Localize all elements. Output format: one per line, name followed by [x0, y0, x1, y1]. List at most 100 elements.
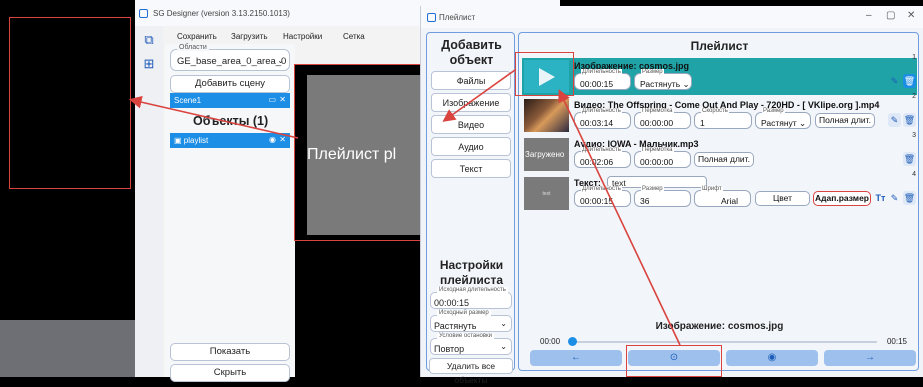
object-label: playlist	[183, 136, 209, 145]
grid-icon[interactable]: ⊞	[141, 56, 157, 72]
close-icon[interactable]: ✕	[907, 10, 915, 21]
arrow-right-icon: →	[865, 352, 875, 363]
object-row[interactable]: ▣ playlist ◉ ✕	[170, 133, 290, 148]
initial-duration-field[interactable]: Исходная длительность 00:00:15	[430, 287, 512, 309]
edit-icon[interactable]: ✎	[888, 191, 901, 205]
add-audio-button[interactable]: Аудио	[431, 137, 511, 156]
time-start: 00:00	[540, 337, 561, 346]
annotation-frame-thumbnail	[515, 52, 574, 96]
playlist-item[interactable]: 3 Загружено Аудио: IOWA - Мальчик.mp3 Дл…	[522, 132, 917, 173]
playlist-heading: Плейлист	[690, 39, 749, 53]
duration-legend: Длительность	[581, 108, 622, 114]
arrow-left-icon: ←	[571, 352, 581, 363]
color-button[interactable]: Цвет	[755, 191, 810, 206]
close-icon[interactable]: ✕	[279, 95, 286, 104]
trash-icon[interactable]: 🗑	[903, 113, 916, 127]
font-value: Arial	[721, 196, 739, 206]
duration-field[interactable]: Длительность 00:03:14	[574, 108, 631, 129]
chevron-down-icon: ⌄	[500, 319, 507, 328]
full-duration-button[interactable]: Полная длит.	[694, 152, 754, 167]
duration-value: 00:00:15	[580, 196, 614, 206]
hide-button[interactable]: Скрыть	[170, 364, 290, 382]
areas-select[interactable]: Области GE_base_area_0_area_0 ⌄	[170, 44, 290, 71]
font-field[interactable]: Шрифт Arial	[694, 186, 751, 207]
item-number: 2	[912, 93, 916, 100]
trash-icon[interactable]: 🗑	[903, 191, 916, 205]
add-object-panel: Добавить объект Файлы Изображение Видео …	[426, 32, 515, 385]
maximize-icon[interactable]: ▢	[886, 10, 895, 21]
size-legend: Размер	[641, 69, 664, 75]
playlist-title: Плейлист	[421, 6, 923, 28]
eye-icon[interactable]: ◉	[269, 135, 276, 144]
rewind-legend: Перемотка	[641, 147, 674, 153]
prev-button[interactable]: ←	[530, 350, 622, 366]
progress-track[interactable]	[572, 341, 877, 343]
progress-knob[interactable]	[568, 337, 577, 346]
speed-field[interactable]: Скорость 1	[694, 108, 752, 129]
scene-panel: Области GE_base_area_0_area_0 ⌄ Добавить…	[165, 44, 295, 382]
menu-load[interactable]: Загрузить	[231, 32, 268, 41]
edit-icon[interactable]: ✎	[888, 74, 901, 88]
time-end: 00:15	[886, 337, 907, 346]
show-button[interactable]: Показать	[170, 343, 290, 361]
add-files-button[interactable]: Файлы	[431, 71, 511, 90]
minimize-icon[interactable]: –	[866, 10, 872, 21]
rewind-value: 00:00:00	[640, 118, 674, 128]
duration-value: 00:02:06	[580, 157, 614, 167]
duration-field[interactable]: Длительность 00:02:06	[574, 147, 631, 168]
font-size-field[interactable]: Размер 36	[634, 186, 691, 207]
add-text-button[interactable]: Текст	[431, 159, 511, 178]
menu-save[interactable]: Сохранить	[177, 32, 217, 41]
adaptive-size-button[interactable]: Адап.размер	[813, 191, 871, 206]
item-number: 1	[912, 54, 916, 61]
edit-icon[interactable]: ✎	[888, 113, 901, 127]
duration-value: 00:00:15	[580, 79, 614, 89]
trash-icon[interactable]: 🗑	[903, 152, 916, 166]
item-thumbnail: Загружено	[524, 138, 569, 171]
menu-settings[interactable]: Настройки	[283, 32, 322, 41]
duration-field[interactable]: Длительность 00:00:15	[574, 69, 631, 90]
objects-heading: Объекты (1)	[193, 114, 269, 128]
scene-row[interactable]: Scene1 ▭ ✕	[170, 93, 290, 108]
monitor-icon[interactable]: ▭	[268, 95, 276, 104]
initial-size-legend: Исходный размер	[437, 310, 491, 316]
stop-condition-select[interactable]: Условие остановки Повтор ⌄	[430, 333, 512, 355]
playlist-item[interactable]: 4 text Текст: text Длительность 00:00:15 …	[522, 171, 917, 212]
item-number: 4	[912, 171, 916, 178]
add-video-button[interactable]: Видео	[431, 115, 511, 134]
item-thumbnail	[524, 99, 569, 132]
app-logo-icon	[427, 13, 436, 22]
duration-legend: Длительность	[581, 69, 622, 75]
close-icon[interactable]: ✕	[279, 135, 286, 144]
font-legend: Шрифт	[701, 186, 723, 192]
next-button[interactable]: →	[824, 350, 916, 366]
duration-value: 00:03:14	[580, 118, 614, 128]
playlist-item[interactable]: 1 Изображение: cosmos.jpg Длительность 00…	[522, 54, 917, 95]
text-format-icon[interactable]: Tт	[874, 191, 887, 205]
layers-icon[interactable]: ⧉	[141, 32, 157, 48]
rewind-field[interactable]: Перемотка 00:00:00	[634, 108, 691, 129]
areas-value: GE_base_area_0_area_0	[177, 56, 287, 67]
initial-size-value: Растянуть	[434, 321, 477, 331]
trash-icon[interactable]: 🗑	[903, 74, 916, 88]
rewind-field[interactable]: Перемотка 00:00:00	[634, 147, 691, 168]
playlist-item[interactable]: 2 Видео: The Offspring - Come Out And Pl…	[522, 93, 917, 134]
full-duration-button[interactable]: Полная длит.	[815, 113, 875, 128]
menu-grid[interactable]: Сетка	[343, 32, 365, 41]
initial-duration-legend: Исходная длительность	[437, 287, 508, 293]
duration-field[interactable]: Длительность 00:00:15	[574, 186, 631, 207]
size-select[interactable]: Размер Растянут ⌄	[755, 108, 811, 129]
settings-heading: Настройки плейлиста	[439, 258, 504, 287]
initial-size-select[interactable]: Исходный размер Растянуть ⌄	[430, 310, 512, 332]
chevron-down-icon: ⌄	[277, 56, 284, 65]
delete-all-button[interactable]: Удалить все объекты	[429, 358, 513, 385]
size-select[interactable]: Размер Растянуть ⌄	[634, 69, 692, 90]
add-scene-button[interactable]: Добавить сцену	[170, 75, 290, 93]
speed-legend: Скорость	[701, 108, 729, 114]
scene-label: Scene1	[174, 96, 202, 105]
add-object-heading: Добавить объект	[441, 38, 502, 67]
initial-duration-value: 00:00:15	[434, 298, 470, 308]
stop-button[interactable]: ◉	[726, 350, 818, 366]
duration-legend: Длительность	[581, 186, 622, 192]
add-image-button[interactable]: Изображение	[431, 93, 511, 112]
